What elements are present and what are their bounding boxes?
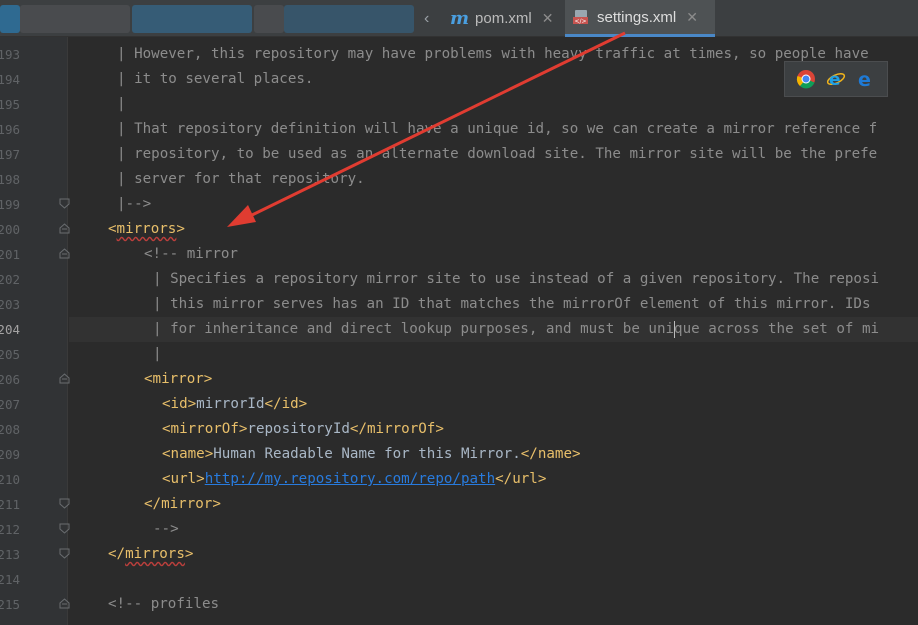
code-line: <name>Human Readable Name for this Mirro… (162, 442, 581, 467)
line-number: 194 (0, 72, 20, 87)
line-number: 212 (0, 522, 20, 537)
tab-settings-xml[interactable]: </> settings.xml ✕ (565, 0, 715, 37)
code-line: --> (153, 521, 179, 537)
code-editor[interactable]: | However, this repository may have prob… (69, 37, 918, 625)
tag: </mirrorOf> (349, 421, 444, 437)
maven-m-icon: m (450, 8, 470, 29)
line-number: 214 (0, 572, 20, 587)
blurred-region (0, 5, 20, 33)
tag-value: Human Readable Name for this Mirror. (213, 446, 521, 462)
blurred-region (20, 5, 130, 33)
tag-value: repositoryId (247, 421, 350, 437)
code-line-mirrors-open: <mirrors> (108, 217, 185, 242)
line-number: 202 (0, 272, 20, 287)
tag: <mirrorOf> (162, 421, 248, 437)
code-line: <id>mirrorId</id> (162, 392, 307, 417)
close-tab-icon[interactable]: ✕ (542, 10, 554, 27)
line-number: 209 (0, 447, 20, 462)
code-line: | Specifies a repository mirror site to … (153, 271, 880, 287)
code-line: | That repository definition will have a… (117, 121, 878, 137)
line-number: 203 (0, 297, 20, 312)
tag-bracket: < (108, 221, 117, 237)
code-line: | it to several places. (117, 71, 314, 87)
code-line: <mirrorOf>repositoryId</mirrorOf> (162, 417, 444, 442)
line-number: 199 (0, 197, 20, 212)
browser-preview-popup: e e (784, 61, 888, 97)
line-number: 207 (0, 397, 20, 412)
line-number: 195 (0, 97, 20, 112)
blurred-region (284, 5, 414, 33)
svg-text:</>: </> (575, 18, 587, 25)
line-number-gutter: 193 194 195 196 197 198 199 200 201 202 … (0, 37, 70, 625)
tag-name: mirrors (116, 221, 177, 237)
tag: <id> (162, 396, 197, 412)
tab-pom-xml[interactable]: m pom.xml ✕ (442, 0, 562, 37)
line-number: 208 (0, 422, 20, 437)
xml-file-icon: </> (573, 10, 588, 25)
tag-bracket: </ (108, 546, 126, 562)
line-number-current: 204 (0, 322, 20, 337)
code-line: | However, this repository may have prob… (117, 46, 869, 62)
line-number: 205 (0, 347, 20, 362)
line-number: 200 (0, 222, 20, 237)
tag-name: mirrors (125, 546, 185, 562)
line-number: 213 (0, 547, 20, 562)
code-line: | server for that repository. (117, 171, 365, 187)
url-link[interactable]: http://my.repository.com/repo/path (205, 471, 495, 487)
code-line: | (153, 346, 162, 362)
editor-tab-bar: ‹ m pom.xml ✕ </> settings.xml ✕ (0, 0, 918, 37)
line-number: 206 (0, 372, 20, 387)
tag-bracket: > (184, 546, 194, 562)
code-line: <!-- profiles (108, 596, 220, 612)
close-tab-icon[interactable]: ✕ (686, 9, 698, 26)
line-number: 196 (0, 122, 20, 137)
code-line: <!-- mirror (144, 246, 238, 262)
svg-text:e: e (858, 69, 871, 89)
code-line-mirrors-close: </mirrors> (108, 542, 193, 567)
code-line: <url>http://my.repository.com/repo/path<… (162, 467, 546, 492)
code-line: | this mirror serves has an ID that matc… (153, 296, 871, 312)
code-line: <mirror> (144, 371, 213, 387)
tag: </id> (264, 396, 308, 412)
blurred-region (254, 5, 284, 33)
tag-value: mirrorId (196, 396, 265, 412)
chrome-icon[interactable] (796, 69, 816, 89)
tag: <url> (162, 471, 205, 487)
line-number: 197 (0, 147, 20, 162)
line-number: 193 (0, 47, 20, 62)
code-line-current: | for inheritance and direct lookup purp… (153, 317, 879, 342)
line-number: 210 (0, 472, 20, 487)
line-number: 215 (0, 597, 20, 612)
tabs-scroll-left-icon[interactable]: ‹ (424, 10, 429, 28)
ie-icon[interactable]: e (826, 69, 846, 89)
line-number: 201 (0, 247, 20, 262)
tag: </url> (495, 471, 547, 487)
code-line: | repository, to be used as an alternate… (117, 146, 878, 162)
edge-icon[interactable]: e (856, 69, 876, 89)
tag: <name> (162, 446, 214, 462)
svg-text:e: e (829, 70, 841, 89)
code-line: </mirror> (144, 496, 221, 512)
blurred-region (132, 5, 252, 33)
line-number: 198 (0, 172, 20, 187)
code-text: | for inheritance and direct lookup purp… (153, 321, 675, 337)
tab-label: pom.xml (475, 10, 532, 27)
code-line: | (117, 96, 126, 112)
tag-bracket: > (176, 221, 185, 237)
line-number: 211 (0, 497, 20, 512)
tab-label: settings.xml (597, 8, 677, 26)
tag: </name> (520, 446, 581, 462)
code-line: |--> (117, 196, 152, 212)
code-text: que across the set of mi (674, 321, 880, 337)
